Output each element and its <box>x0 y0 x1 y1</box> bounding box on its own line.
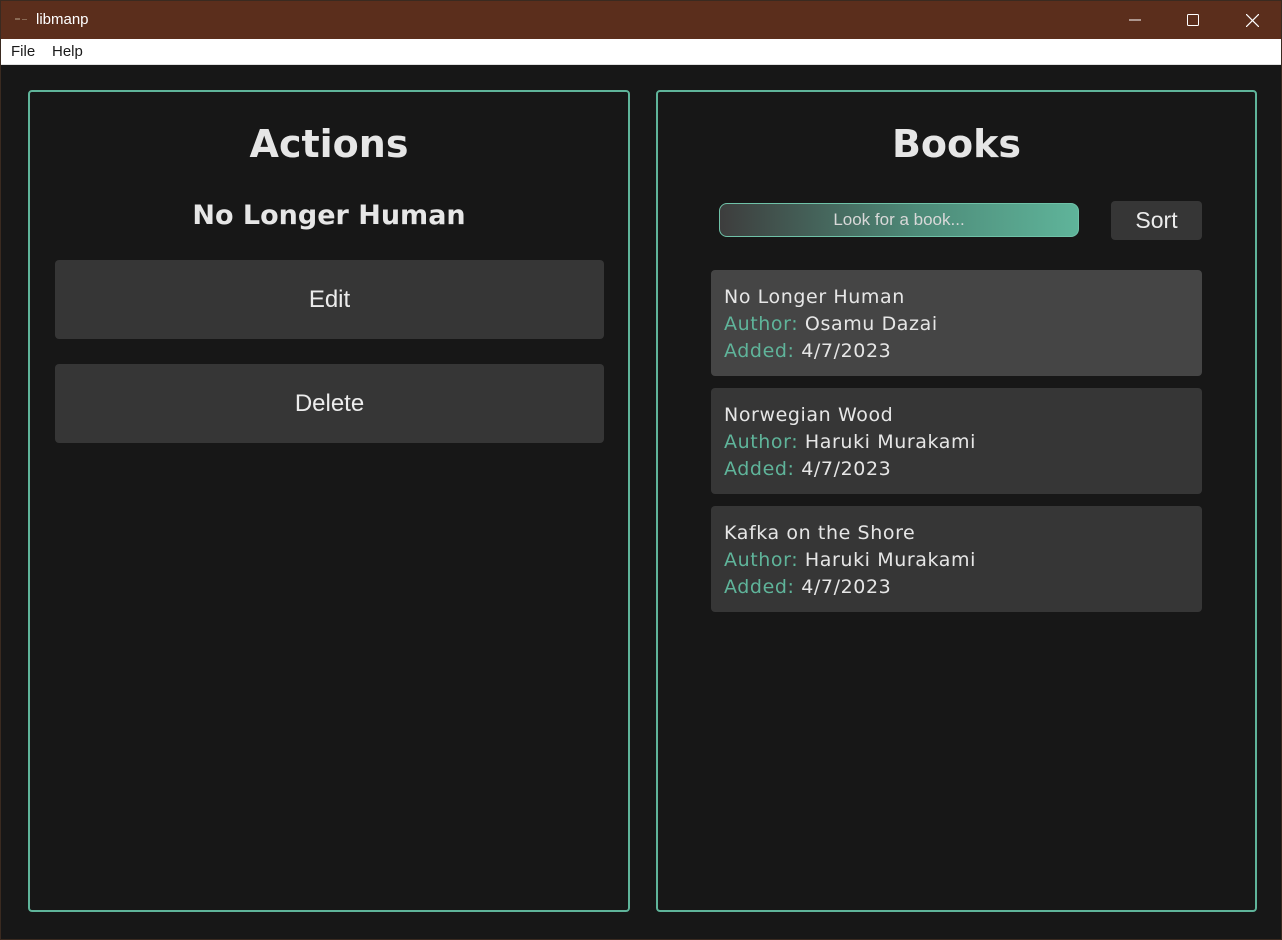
maximize-button[interactable] <box>1164 1 1222 39</box>
added-label: Added: <box>724 340 795 362</box>
book-card[interactable]: Norwegian Wood Author: Haruki Murakami A… <box>711 388 1202 494</box>
app-window: libmanp File Help Actions No Longer Huma… <box>0 0 1282 940</box>
close-button[interactable] <box>1223 1 1281 39</box>
window-title: libmanp <box>36 11 89 28</box>
book-added-date: 4/7/2023 <box>801 340 892 362</box>
book-author: Haruki Murakami <box>804 549 976 571</box>
author-label: Author: <box>724 313 799 335</box>
book-added-date: 4/7/2023 <box>801 458 892 480</box>
selected-book-title: No Longer Human <box>192 200 466 231</box>
books-panel: Books Sort No Longer Human Author: Osamu… <box>656 90 1257 912</box>
book-title: Kafka on the Shore <box>724 522 916 544</box>
author-label: Author: <box>724 431 799 453</box>
book-title: No Longer Human <box>724 286 905 308</box>
book-author: Haruki Murakami <box>804 431 976 453</box>
book-author-row: Author: Osamu Dazai <box>724 311 1189 338</box>
book-card[interactable]: Kafka on the Shore Author: Haruki Muraka… <box>711 506 1202 612</box>
search-input[interactable] <box>719 203 1079 237</box>
menu-bar: File Help <box>1 39 1281 65</box>
book-card[interactable]: No Longer Human Author: Osamu Dazai Adde… <box>711 270 1202 376</box>
book-author: Osamu Dazai <box>804 313 938 335</box>
book-added-row: Added: 4/7/2023 <box>724 574 1189 601</box>
close-icon <box>1245 13 1259 27</box>
minimize-icon <box>1129 19 1141 21</box>
added-label: Added: <box>724 458 795 480</box>
sort-button[interactable]: Sort <box>1111 201 1202 240</box>
book-title: Norwegian Wood <box>724 404 894 426</box>
added-label: Added: <box>724 576 795 598</box>
author-label: Author: <box>724 549 799 571</box>
book-added-row: Added: 4/7/2023 <box>724 456 1189 483</box>
app-icon <box>15 18 27 20</box>
maximize-icon <box>1187 14 1199 26</box>
menu-file[interactable]: File <box>11 43 35 60</box>
books-title: Books <box>891 122 1022 166</box>
minimize-button[interactable] <box>1106 1 1164 39</box>
title-bar[interactable]: libmanp <box>1 1 1281 39</box>
actions-title: Actions <box>249 122 409 166</box>
edit-button[interactable]: Edit <box>55 260 604 339</box>
actions-panel: Actions No Longer Human Edit Delete <box>28 90 630 912</box>
delete-button[interactable]: Delete <box>55 364 604 443</box>
menu-help[interactable]: Help <box>52 43 83 60</box>
book-author-row: Author: Haruki Murakami <box>724 429 1189 456</box>
book-list: No Longer Human Author: Osamu Dazai Adde… <box>711 270 1202 624</box>
book-author-row: Author: Haruki Murakami <box>724 547 1189 574</box>
book-added-row: Added: 4/7/2023 <box>724 338 1189 365</box>
book-added-date: 4/7/2023 <box>801 576 892 598</box>
